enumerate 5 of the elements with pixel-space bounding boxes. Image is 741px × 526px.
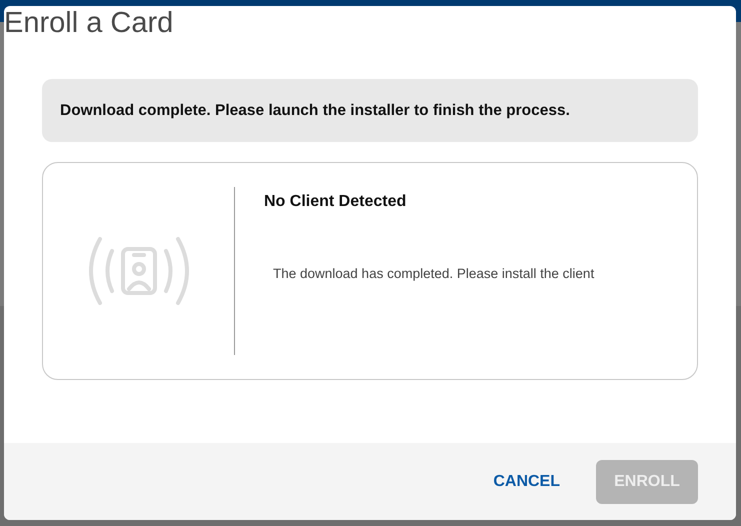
text-button[interactable]: CANCEL [491,460,562,504]
client-status-message: The download has completed. Please install the client [273,265,594,284]
alert-message: Download complete. Please launch the installer to finish the process. [42,78,698,142]
dialog-title: Enroll a Card [4,6,174,41]
client-status-heading: No Client Detected [264,192,408,212]
